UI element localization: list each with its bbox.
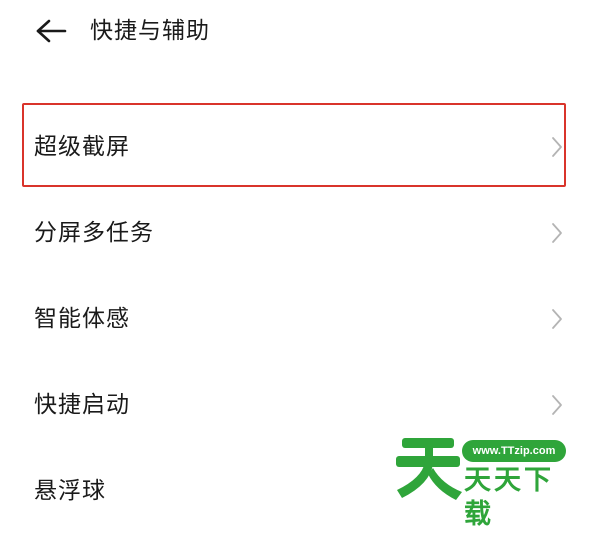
- menu-item-label: 快捷启动: [34, 392, 130, 418]
- watermark-text: 天天下载: [464, 465, 554, 530]
- chevron-right-icon: [552, 137, 562, 157]
- watermark-logo-icon: [396, 438, 462, 500]
- app-header: 快捷与辅助: [0, 0, 589, 62]
- page-title: 快捷与辅助: [90, 18, 210, 44]
- watermark-logo: www.TTzip.com 天天下载: [392, 428, 572, 530]
- back-button[interactable]: [30, 12, 72, 50]
- chevron-right-icon: [552, 223, 562, 243]
- chevron-right-icon: [552, 309, 562, 329]
- menu-item-label: 超级截屏: [34, 134, 130, 160]
- chevron-right-icon: [552, 395, 562, 415]
- watermark-url: www.TTzip.com: [462, 440, 566, 462]
- menu-item-smart-motion[interactable]: 智能体感: [0, 276, 589, 362]
- menu-item-split-screen[interactable]: 分屏多任务: [0, 190, 589, 276]
- arrow-left-icon: [36, 19, 67, 43]
- menu-item-label: 分屏多任务: [34, 220, 154, 246]
- menu-item-label: 悬浮球: [34, 478, 106, 504]
- menu-item-super-screenshot[interactable]: 超级截屏: [0, 104, 589, 190]
- menu-item-label: 智能体感: [34, 306, 130, 332]
